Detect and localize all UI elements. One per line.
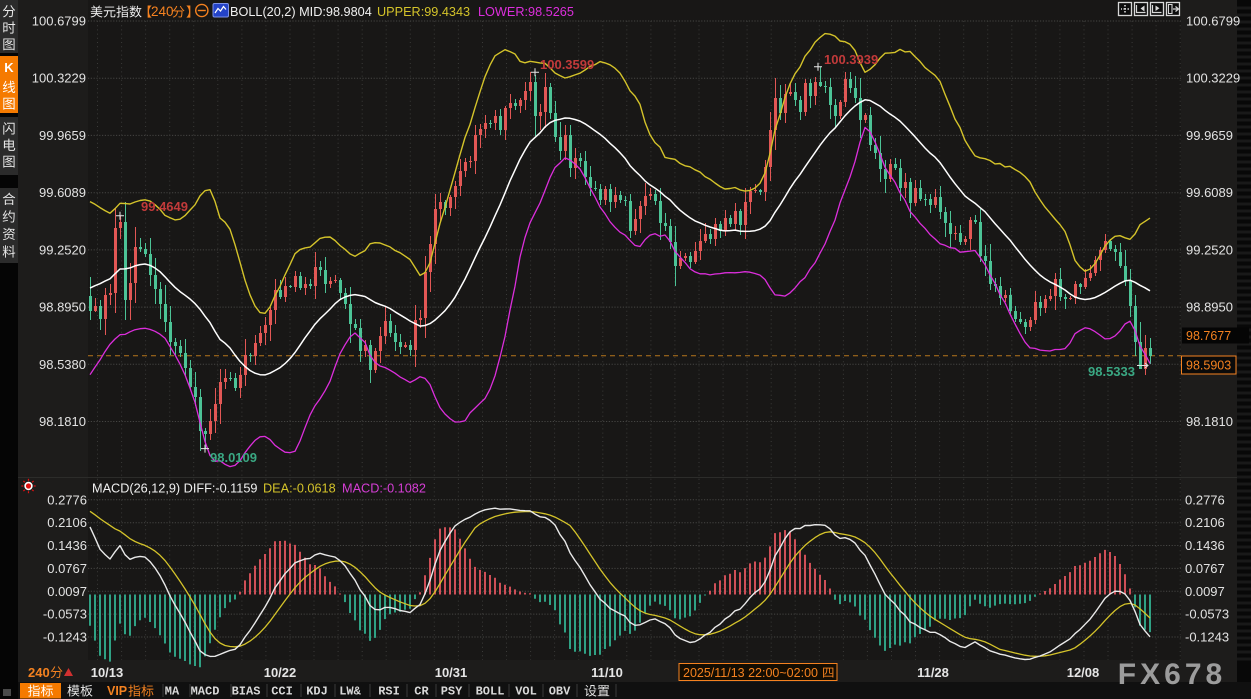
- svg-text:100.6799: 100.6799: [1186, 14, 1240, 29]
- svg-text:98.5380: 98.5380: [39, 357, 86, 372]
- svg-text:0.2776: 0.2776: [47, 492, 87, 507]
- svg-text:-0.1243: -0.1243: [1185, 630, 1229, 645]
- svg-text:MACD:-0.1082: MACD:-0.1082: [342, 482, 426, 496]
- svg-text:CCI: CCI: [271, 685, 293, 699]
- svg-text:FX678: FX678: [1118, 658, 1226, 691]
- svg-text:K: K: [4, 60, 14, 75]
- svg-text:OBV: OBV: [549, 685, 571, 699]
- svg-text:11/28: 11/28: [917, 665, 949, 680]
- svg-text:0.2106: 0.2106: [1185, 515, 1225, 530]
- svg-text:99.9659: 99.9659: [39, 128, 86, 143]
- svg-text:240: 240: [28, 665, 50, 680]
- svg-text:KDJ: KDJ: [306, 685, 328, 699]
- svg-text:0.2776: 0.2776: [1185, 492, 1225, 507]
- svg-text:-0.0573: -0.0573: [1185, 607, 1229, 622]
- svg-text:98.7677: 98.7677: [1186, 329, 1231, 343]
- svg-text:98.5333: 98.5333: [1088, 364, 1135, 379]
- svg-text:98.8950: 98.8950: [39, 300, 86, 315]
- svg-text:240: 240: [151, 4, 174, 19]
- svg-text:99.2520: 99.2520: [39, 242, 86, 257]
- svg-text:0.0767: 0.0767: [1185, 561, 1225, 576]
- svg-text:MACD(26,12,9) DIFF:-0.1159: MACD(26,12,9) DIFF:-0.1159: [92, 482, 257, 496]
- svg-text:PSY: PSY: [441, 685, 463, 699]
- svg-text:2025/11/13 22:00~02:00: 2025/11/13 22:00~02:00: [683, 666, 818, 680]
- svg-text:100.3939: 100.3939: [824, 52, 878, 67]
- svg-text:0.1436: 0.1436: [47, 538, 87, 553]
- svg-text:100.3599: 100.3599: [540, 57, 594, 72]
- svg-text:MA: MA: [165, 685, 180, 699]
- svg-text:100.6799: 100.6799: [32, 14, 86, 29]
- svg-text:LW&: LW&: [339, 685, 361, 699]
- svg-text:98.1810: 98.1810: [39, 414, 86, 429]
- svg-text:99.6089: 99.6089: [39, 185, 86, 200]
- svg-text:0.1436: 0.1436: [1185, 538, 1225, 553]
- svg-text:CR: CR: [414, 685, 429, 699]
- svg-text:98.0109: 98.0109: [210, 450, 257, 465]
- svg-text:98.1810: 98.1810: [1186, 414, 1233, 429]
- svg-text:0.0767: 0.0767: [47, 561, 87, 576]
- svg-text:99.9659: 99.9659: [1186, 128, 1233, 143]
- svg-text:UPPER:99.4343: UPPER:99.4343: [377, 5, 470, 19]
- svg-text:11/10: 11/10: [591, 665, 623, 680]
- svg-text:RSI: RSI: [378, 685, 400, 699]
- svg-text:98.5903: 98.5903: [1186, 359, 1231, 373]
- svg-text:10/31: 10/31: [435, 665, 468, 680]
- svg-text:-0.1243: -0.1243: [43, 630, 87, 645]
- svg-text:0.0097: 0.0097: [1185, 584, 1225, 599]
- svg-text:100.3229: 100.3229: [32, 71, 86, 86]
- svg-text:BOLL(20,2) MID:98.9804: BOLL(20,2) MID:98.9804: [230, 5, 372, 19]
- svg-text:0.2106: 0.2106: [47, 515, 87, 530]
- svg-text:MACD: MACD: [191, 685, 220, 699]
- svg-text:99.2520: 99.2520: [1186, 242, 1233, 257]
- svg-text:12/08: 12/08: [1067, 665, 1100, 680]
- svg-text:0.0097: 0.0097: [47, 584, 87, 599]
- svg-text:99.4649: 99.4649: [141, 199, 188, 214]
- svg-text:98.8950: 98.8950: [1186, 300, 1233, 315]
- svg-text:-0.0573: -0.0573: [43, 607, 87, 622]
- svg-text:BIAS: BIAS: [232, 685, 261, 699]
- svg-text:100.3229: 100.3229: [1186, 71, 1240, 86]
- svg-text:VIP: VIP: [107, 684, 127, 698]
- svg-text:LOWER:98.5265: LOWER:98.5265: [478, 5, 574, 19]
- svg-text:DEA:-0.0618: DEA:-0.0618: [263, 482, 336, 496]
- svg-text:10/22: 10/22: [264, 665, 297, 680]
- svg-text:10/13: 10/13: [91, 665, 124, 680]
- svg-text:VOL: VOL: [515, 685, 537, 699]
- svg-text:99.6089: 99.6089: [1186, 185, 1233, 200]
- svg-text:BOLL: BOLL: [476, 685, 505, 699]
